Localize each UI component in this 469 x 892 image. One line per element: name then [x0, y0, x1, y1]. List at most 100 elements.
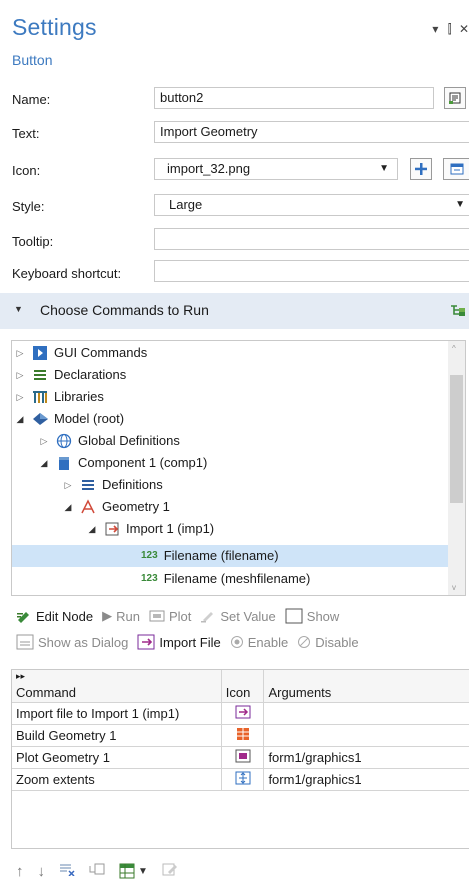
tree-item-label: Declarations — [54, 367, 127, 382]
list-icon — [32, 367, 48, 383]
table-cell-arguments[interactable]: form1/graphics1 — [263, 768, 469, 791]
chevron-down-icon: ▼ — [455, 199, 465, 210]
tree-item-model-root[interactable]: ◢ Model (root) — [14, 408, 125, 430]
section-header[interactable]: ▼ Choose Commands to Run — [0, 293, 469, 329]
tree-item-definitions[interactable]: ▷ Definitions — [62, 474, 163, 496]
plot-icon — [221, 746, 265, 769]
text-field[interactable]: Import Geometry — [154, 121, 469, 143]
command-table-container[interactable]: ▸▸ Command Icon Arguments Import file to… — [11, 669, 469, 849]
name-field[interactable]: button2 — [154, 87, 434, 109]
plus-icon — [415, 163, 427, 175]
tree-settings-icon[interactable] — [449, 302, 467, 320]
command-tree[interactable]: ▷ GUI Commands ▷ Declarations ▷ Librarie… — [11, 340, 466, 596]
enable-button[interactable]: Enable — [230, 635, 288, 650]
show-button[interactable]: Show — [285, 608, 340, 624]
expand-icon[interactable]: ▷ — [14, 364, 26, 386]
edit-cell-icon[interactable] — [162, 862, 178, 880]
command-toolbar-row2: Show as Dialog Import File Enable Disabl… — [16, 634, 368, 650]
collapse-triangle-icon[interactable]: ▼ — [14, 304, 23, 314]
expand-icon[interactable]: ▷ — [38, 430, 50, 452]
collapse-icon[interactable]: ◢ — [62, 496, 74, 518]
pin-icon[interactable]: ⫿ — [448, 22, 452, 36]
expand-icon[interactable]: ▷ — [14, 386, 26, 408]
edit-node-button[interactable]: Edit Node — [16, 609, 93, 624]
browse-icon-button[interactable] — [443, 158, 469, 180]
tree-item-libraries[interactable]: ▷ Libraries — [14, 386, 104, 408]
edit-node-label: Edit Node — [36, 608, 94, 624]
tree-item-meshfilename[interactable]: 123 Filename (meshfilename) — [141, 568, 310, 590]
move-up-icon[interactable]: ↑ — [16, 863, 24, 880]
tree-item-geometry1[interactable]: ◢ Geometry 1 — [62, 496, 170, 518]
import-file-button[interactable]: Import File — [137, 634, 221, 650]
menu-chevron-icon[interactable]: ▾ — [432, 22, 438, 36]
disable-label: Disable — [315, 634, 359, 650]
table-row[interactable]: Build Geometry 1 — [12, 724, 469, 747]
tree-scrollbar[interactable]: ^ v — [448, 341, 465, 595]
column-header-label: Command — [16, 685, 76, 700]
tree-item-gui-commands[interactable]: ▷ GUI Commands — [14, 342, 147, 364]
tree-item-declarations[interactable]: ▷ Declarations — [14, 364, 127, 386]
table-row[interactable]: Import file to Import 1 (imp1) — [12, 702, 469, 725]
run-icon: ▶ — [102, 608, 113, 623]
show-icon — [285, 608, 303, 624]
set-value-button[interactable]: Set Value — [200, 609, 276, 624]
set-value-icon — [200, 609, 216, 623]
tree-item-filename[interactable]: 123 Filename (filename) — [141, 545, 279, 567]
dialog-icon — [16, 634, 34, 650]
expand-icon[interactable]: ▷ — [14, 342, 26, 364]
tree-item-component1[interactable]: ◢ Component 1 (comp1) — [38, 452, 207, 474]
table-cell-arguments[interactable]: form1/graphics1 — [263, 746, 469, 769]
collapse-icon[interactable]: ◢ — [86, 518, 98, 540]
collapse-icon[interactable]: ◢ — [14, 408, 26, 430]
gui-commands-icon — [32, 345, 48, 361]
icon-select-value: import_32.png — [167, 161, 251, 176]
tree-item-global-definitions[interactable]: ▷ Global Definitions — [38, 430, 180, 452]
scroll-down-icon[interactable]: v — [452, 583, 456, 592]
icon-select[interactable]: import_32.png ▼ — [154, 158, 398, 180]
run-button[interactable]: ▶ Run — [102, 608, 140, 624]
tooltip-label: Tooltip: — [12, 234, 54, 249]
disable-button[interactable]: Disable — [297, 634, 359, 650]
plot-button[interactable]: Plot — [149, 609, 191, 624]
insert-row-icon[interactable] — [89, 862, 105, 880]
shortcut-field[interactable] — [154, 260, 469, 282]
geometry-icon — [80, 499, 96, 515]
close-icon[interactable]: ✕ — [459, 22, 469, 36]
show-label: Show — [306, 608, 340, 624]
column-expand-icon[interactable]: ▸▸ — [16, 671, 25, 682]
enable-label: Enable — [247, 634, 289, 650]
collapse-icon[interactable]: ◢ — [38, 452, 50, 474]
globe-icon — [56, 433, 72, 449]
add-icon-button[interactable] — [410, 158, 432, 180]
column-header-icon[interactable]: Icon — [221, 670, 265, 703]
table-cell-arguments[interactable] — [263, 702, 469, 725]
table-cell-command[interactable]: Import file to Import 1 (imp1) — [12, 702, 222, 725]
expand-icon[interactable]: ▷ — [62, 474, 74, 496]
table-options-button[interactable]: ▼ — [119, 863, 148, 879]
table-row[interactable]: Zoom extents form1/graphics1 — [12, 768, 469, 791]
show-as-dialog-button[interactable]: Show as Dialog — [16, 634, 128, 650]
table-cell-command[interactable]: Build Geometry 1 — [12, 724, 222, 747]
parameter-icon: 123 — [141, 573, 158, 584]
column-header-command[interactable]: ▸▸ Command — [12, 670, 222, 703]
style-select[interactable]: Large ▼ — [154, 194, 469, 216]
library-icon — [32, 389, 48, 405]
disable-icon — [297, 635, 311, 649]
window-controls[interactable]: ▾ ⫿ ✕ — [432, 22, 469, 37]
scroll-thumb[interactable] — [450, 375, 463, 503]
table-cell-command[interactable]: Plot Geometry 1 — [12, 746, 222, 769]
move-down-icon[interactable]: ↓ — [38, 863, 46, 880]
tree-item-import1[interactable]: ◢ Import 1 (imp1) — [86, 518, 215, 540]
table-cell-arguments[interactable] — [263, 724, 469, 747]
table-cell-command[interactable]: Zoom extents — [12, 768, 222, 791]
edit-name-button[interactable] — [444, 87, 466, 109]
tooltip-field[interactable] — [154, 228, 469, 250]
tree-item-label: Component 1 (comp1) — [78, 455, 208, 470]
delete-rows-icon[interactable] — [59, 862, 75, 880]
scroll-up-icon[interactable]: ^ — [452, 344, 456, 353]
model-icon — [32, 411, 48, 427]
column-header-arguments[interactable]: Arguments — [263, 670, 469, 703]
import-file-label: Import File — [159, 634, 221, 650]
table-row[interactable]: Plot Geometry 1 form1/graphics1 — [12, 746, 469, 769]
name-label: Name: — [12, 92, 51, 107]
